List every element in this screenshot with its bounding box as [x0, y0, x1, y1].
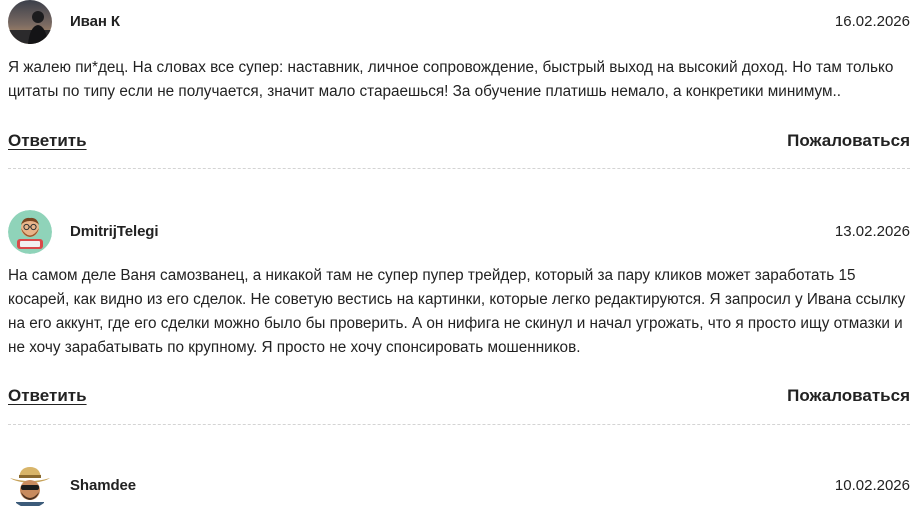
- comment-author: Shamdee: [70, 477, 136, 494]
- report-link[interactable]: Пожаловаться: [787, 131, 910, 151]
- comment-date: 10.02.2026: [834, 477, 910, 494]
- comment-text: Я жалею пи*дец. На словах все супер: нас…: [8, 59, 894, 100]
- comment-text: На самом деле Ваня самозванец, а никакой…: [8, 267, 906, 356]
- comment-item: Иван К 16.02.2026 Я жалею пи*дец. На сло…: [8, 0, 910, 169]
- comment-item: DmitrijTelegi 13.02.2026 На самом деле В…: [8, 210, 910, 425]
- comment-date: 13.02.2026: [834, 223, 910, 240]
- divider: [8, 424, 910, 425]
- comments-list: Иван К 16.02.2026 Я жалею пи*дец. На сло…: [0, 0, 915, 506]
- reply-link[interactable]: Ответить: [8, 131, 87, 151]
- cartoon-bearded-man-avatar-icon[interactable]: [8, 210, 52, 254]
- cowboy-hat-man-avatar-icon[interactable]: [8, 464, 52, 506]
- comment-header: DmitrijTelegi 13.02.2026: [8, 210, 910, 256]
- report-link[interactable]: Пожаловаться: [787, 386, 910, 406]
- sunset-silhouette-avatar-icon[interactable]: [8, 0, 52, 44]
- comment-author: DmitrijTelegi: [70, 223, 159, 240]
- comment-author: Иван К: [70, 13, 120, 30]
- reply-link[interactable]: Ответить: [8, 386, 87, 406]
- comment-actions: Ответить Пожаловаться: [8, 386, 910, 410]
- comment-header: Shamdee 10.02.2026: [8, 464, 910, 506]
- comment-date: 16.02.2026: [834, 13, 910, 30]
- comment-item: Shamdee 10.02.2026: [8, 464, 910, 506]
- comment-actions: Ответить Пожаловаться: [8, 131, 910, 155]
- divider: [8, 168, 910, 169]
- comment-header: Иван К 16.02.2026: [8, 0, 910, 46]
